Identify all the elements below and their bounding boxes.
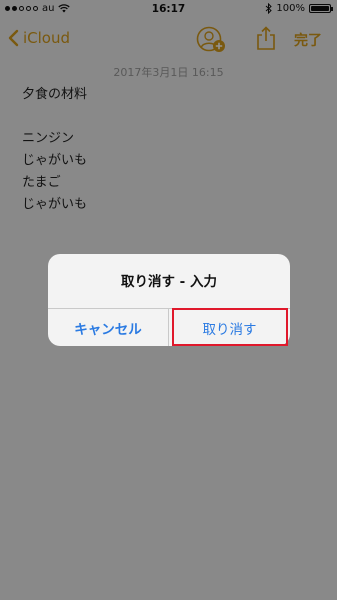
alert-title: 取り消す - 入力 bbox=[120, 274, 217, 290]
cancel-button[interactable]: キャンセル bbox=[48, 309, 168, 346]
highlight-box bbox=[172, 308, 288, 346]
